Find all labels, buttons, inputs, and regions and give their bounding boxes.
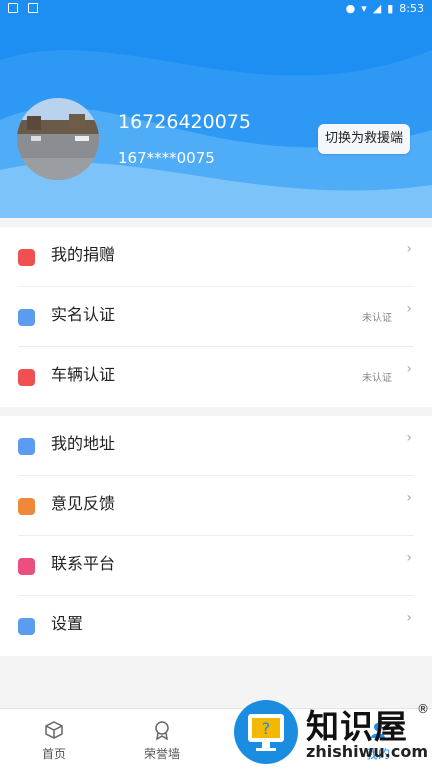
- chevron-right-icon: ›: [406, 430, 412, 446]
- switch-to-rescue-button[interactable]: 切换为救援端: [318, 124, 411, 154]
- masked-phone: 167****0075: [118, 149, 215, 167]
- chevron-right-icon: ›: [406, 361, 412, 377]
- avatar-photo: [17, 98, 99, 180]
- profile-header: ● ▾ ◢ ▮ 8:53 16726420075 167****0075 切换为…: [0, 0, 432, 218]
- donation-icon: [18, 249, 35, 266]
- settings-icon: [18, 618, 35, 635]
- location-status-icon: ●: [345, 2, 356, 15]
- wifi-icon: ▾: [361, 2, 367, 15]
- feedback-icon: [18, 498, 35, 515]
- menu-item-contact[interactable]: 联系平台 ›: [0, 536, 432, 596]
- medal-icon: [155, 721, 169, 740]
- username-phone: 16726420075: [118, 111, 251, 133]
- menu-label: 设置: [51, 614, 84, 633]
- chevron-right-icon: ›: [406, 241, 412, 257]
- menu-group-account: 我的捐赠 › 实名认证 未认证 › 车辆认证 未认证 ›: [0, 227, 432, 407]
- tab-label: 首页: [41, 747, 66, 761]
- location-icon: [18, 438, 35, 455]
- tab-home[interactable]: 首页: [0, 709, 108, 769]
- image-notification-icon: [8, 3, 18, 13]
- menu-label: 意见反馈: [51, 494, 116, 513]
- menu-label: 联系平台: [51, 554, 116, 573]
- clock: 8:53: [399, 2, 424, 15]
- verification-status: 未认证: [362, 373, 392, 384]
- menu-label: 我的地址: [51, 434, 116, 453]
- battery-icon: ▮: [387, 2, 394, 15]
- menu-label: 实名认证: [51, 305, 116, 324]
- verify-icon: [18, 309, 35, 326]
- watermark-logo-icon: ?: [234, 700, 298, 764]
- app-notification-icon: [28, 3, 38, 13]
- site-watermark: ? 知识屋 ® zhishiwu.com: [234, 698, 432, 768]
- menu-item-vehicle[interactable]: 车辆认证 未认证 ›: [0, 347, 432, 407]
- menu-item-donation[interactable]: 我的捐赠 ›: [0, 227, 432, 287]
- menu-group-general: 我的地址 › 意见反馈 › 联系平台 › 设置 ›: [0, 416, 432, 656]
- menu-label: 车辆认证: [51, 365, 116, 384]
- watermark-registered: ®: [417, 702, 429, 716]
- chevron-right-icon: ›: [406, 490, 412, 506]
- tab-label: 荣誉墙: [143, 747, 180, 761]
- watermark-title: 知识屋: [306, 707, 408, 746]
- svg-text:?: ?: [262, 719, 271, 738]
- info-icon: [18, 558, 35, 575]
- status-bar: ● ▾ ◢ ▮ 8:53: [0, 0, 432, 20]
- chevron-right-icon: ›: [406, 550, 412, 566]
- menu-item-feedback[interactable]: 意见反馈 ›: [0, 476, 432, 536]
- menu-label: 我的捐赠: [51, 245, 116, 264]
- cube-icon: [45, 721, 63, 739]
- chevron-right-icon: ›: [406, 610, 412, 626]
- chevron-right-icon: ›: [406, 301, 412, 317]
- watermark-url: zhishiwu.com: [306, 742, 428, 761]
- signal-icon: ◢: [372, 2, 382, 15]
- menu-item-real-name[interactable]: 实名认证 未认证 ›: [0, 287, 432, 347]
- menu-item-settings[interactable]: 设置 ›: [0, 596, 432, 656]
- verification-status: 未认证: [362, 313, 392, 324]
- tab-honor[interactable]: 荣誉墙: [108, 709, 216, 769]
- car-icon: [18, 369, 35, 386]
- avatar[interactable]: [17, 98, 99, 180]
- menu-item-address[interactable]: 我的地址 ›: [0, 416, 432, 476]
